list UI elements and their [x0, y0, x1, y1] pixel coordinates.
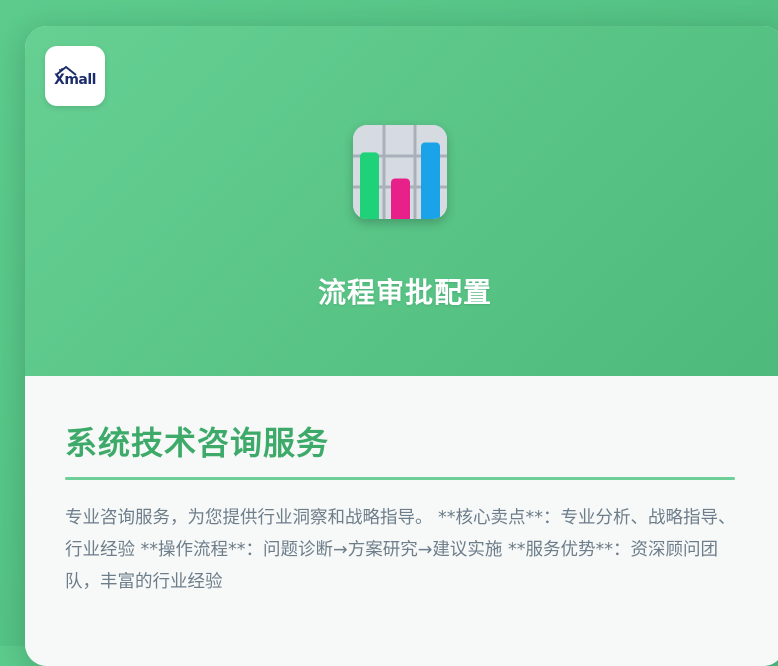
card-hero: Xmall 流程审批配置 — [25, 26, 778, 376]
chart-icon-bar — [360, 152, 379, 219]
service-card[interactable]: Xmall 流程审批配置 系统技术咨询服务 专业咨询服务，为您提供行业洞察和战略… — [25, 26, 778, 666]
chart-icon-bar — [391, 178, 410, 219]
hero-title: 流程审批配置 — [317, 276, 492, 309]
logo-text: Xmall — [54, 72, 96, 88]
bar-chart-icon — [353, 125, 447, 219]
chart-icon-bar — [421, 142, 440, 219]
service-title: 系统技术咨询服务 — [65, 424, 330, 462]
title-divider — [65, 477, 735, 480]
service-description: 专业咨询服务，为您提供行业洞察和战略指导。 **核心卖点**：专业分析、战略指导… — [65, 508, 736, 592]
bar-chart-graphic — [353, 125, 447, 219]
card-content: 系统技术咨询服务 专业咨询服务，为您提供行业洞察和战略指导。 **核心卖点**：… — [25, 376, 778, 666]
brand-logo[interactable]: Xmall — [45, 46, 105, 106]
